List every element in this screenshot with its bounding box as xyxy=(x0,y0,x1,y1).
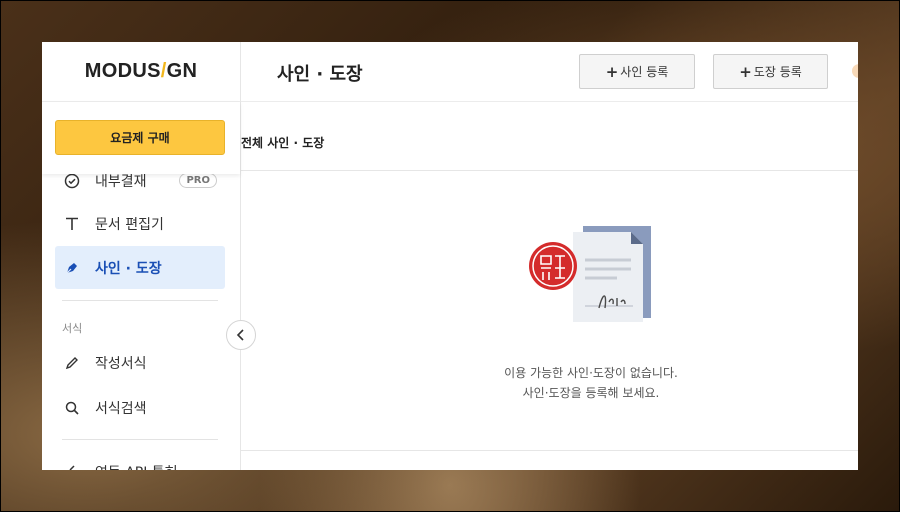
sidebar-item-sign-stamp[interactable]: 사인 · 도장 xyxy=(55,246,225,289)
content-divider xyxy=(241,170,858,171)
sidebar-divider xyxy=(62,439,218,440)
buy-plan-button[interactable]: 요금제 구매 xyxy=(55,120,225,155)
sidebar-item-form-search[interactable]: 서식검색 xyxy=(55,386,225,429)
search-icon xyxy=(63,399,81,417)
pen-nib-icon xyxy=(63,259,81,277)
sidebar-item-document-editor[interactable]: 문서 편집기 xyxy=(55,202,225,245)
empty-state-hint: 사인·도장을 등록해 보세요. xyxy=(522,386,660,400)
check-circle-icon xyxy=(63,172,81,190)
main-content: 전체 사인 · 도장 이용 가능한 사인·도장이 없습니다. 사인·도장을 등록… xyxy=(241,102,858,470)
section-title: 전체 사인 · 도장 xyxy=(241,136,325,150)
sidebar-divider xyxy=(62,300,218,301)
sidebar: MODUS / GN 요금제 구매 내부결재 PRO 문서 편집기 사인 · 도장 … xyxy=(42,42,241,470)
logo-text-right: GN xyxy=(166,60,198,82)
empty-state-illustration xyxy=(527,222,657,328)
link-icon xyxy=(63,463,81,470)
user-avatar[interactable] xyxy=(852,64,858,78)
page-title: 사인 · 도장 xyxy=(277,64,363,85)
chevron-left-icon xyxy=(236,326,246,345)
pro-badge: PRO xyxy=(179,173,217,188)
buy-plan-panel: 요금제 구매 xyxy=(42,102,240,174)
sign-stamp-illustration-icon xyxy=(529,226,651,322)
app-window: MODUS / GN 요금제 구매 내부결재 PRO 문서 편집기 사인 · 도장 … xyxy=(42,42,858,470)
add-sign-label: 사인 등록 xyxy=(620,65,669,79)
sidebar-item-api[interactable]: 연동 API 특허 xyxy=(55,450,225,470)
sidebar-item-label: 문서 편집기 xyxy=(95,216,164,233)
page-header: 사인 · 도장 + 사인 등록 + 도장 등록 xyxy=(241,42,858,102)
plus-icon: + xyxy=(605,62,619,81)
sidebar-item-label: 서식검색 xyxy=(95,400,147,417)
empty-state-message: 이용 가능한 사인·도장이 없습니다. xyxy=(504,366,678,380)
sidebar-collapse-button[interactable] xyxy=(226,320,256,350)
sidebar-item-label: 사인 · 도장 xyxy=(95,260,162,277)
app-logo[interactable]: MODUS / GN xyxy=(42,42,240,102)
add-stamp-button[interactable]: + 도장 등록 xyxy=(713,54,828,89)
text-t-icon xyxy=(63,215,81,233)
pencil-icon xyxy=(63,354,81,372)
sidebar-section-forms: 서식 xyxy=(62,322,83,335)
logo-text-left: MODUS xyxy=(84,60,161,82)
sidebar-item-label: 연동 API 특허 xyxy=(95,462,178,471)
add-stamp-label: 도장 등록 xyxy=(753,65,802,79)
sidebar-item-write-form[interactable]: 작성서식 xyxy=(55,341,225,384)
content-divider xyxy=(241,450,858,451)
plus-icon: + xyxy=(739,62,752,81)
add-sign-button[interactable]: + 사인 등록 xyxy=(579,54,695,89)
sidebar-item-label: 작성서식 xyxy=(95,355,147,372)
